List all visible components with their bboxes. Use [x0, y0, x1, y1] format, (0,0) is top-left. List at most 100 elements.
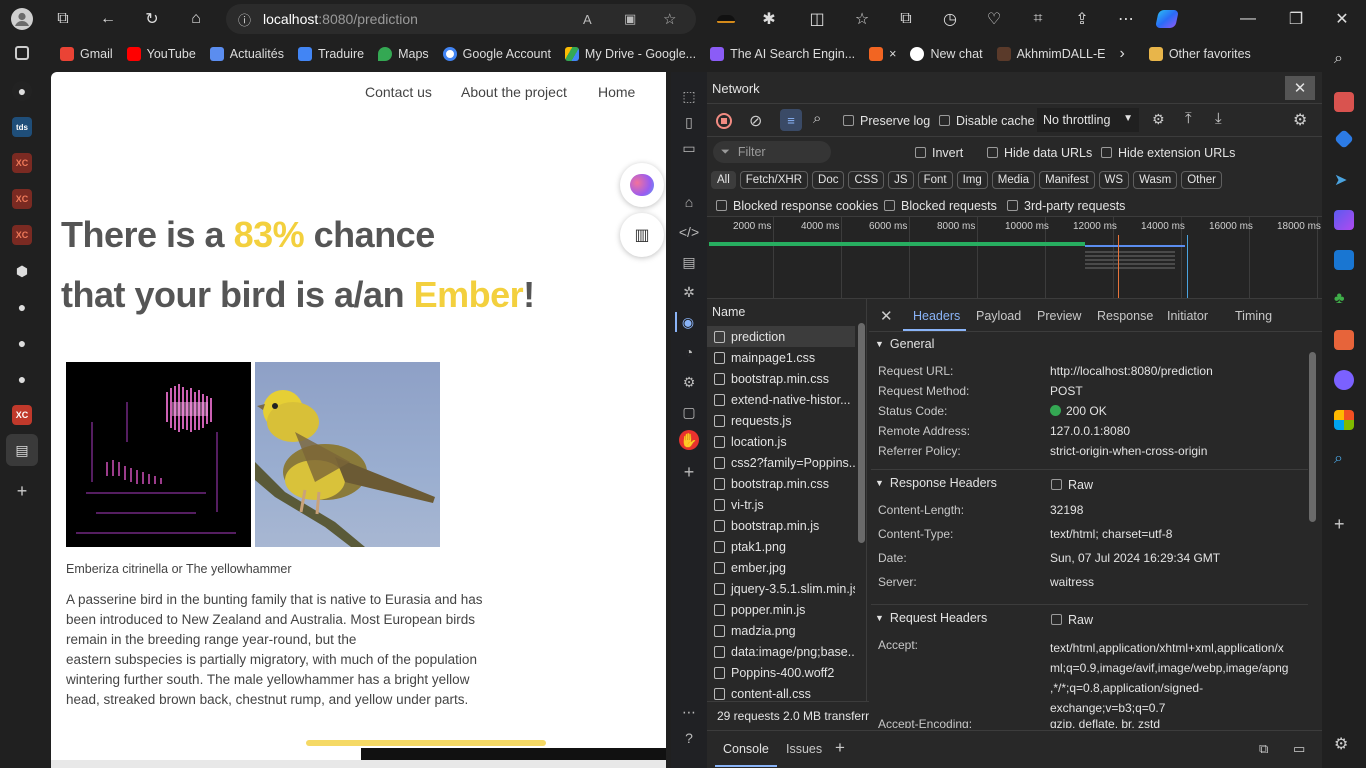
- response-headers-toggle[interactable]: ▼ Response Headers: [875, 476, 997, 490]
- refresh-icon[interactable]: ↻: [140, 7, 164, 31]
- type-filter-all[interactable]: All: [711, 171, 736, 189]
- favorite-star-icon[interactable]: ☆: [663, 10, 676, 28]
- tab-xc-icon[interactable]: XC: [12, 405, 32, 425]
- restore-icon[interactable]: ❐: [1284, 7, 1308, 31]
- request-row[interactable]: ptak1.png: [707, 536, 855, 557]
- other-favorites-folder[interactable]: Other favorites: [1148, 47, 1251, 61]
- settings-gear-icon[interactable]: ⚙: [1293, 110, 1307, 130]
- request-row[interactable]: prediction: [707, 326, 855, 347]
- tab-github-icon[interactable]: ●: [12, 369, 32, 389]
- devtools-more-icon[interactable]: ⋯: [679, 702, 699, 722]
- type-filter-wasm[interactable]: Wasm: [1133, 171, 1178, 189]
- request-row[interactable]: bootstrap.min.css: [707, 368, 855, 389]
- type-filter-img[interactable]: Img: [956, 171, 988, 189]
- tab-xc-icon[interactable]: XC: [12, 189, 32, 209]
- blocked-cookies-checkbox[interactable]: Blocked response cookies: [716, 199, 878, 213]
- tab-github-icon[interactable]: ●: [12, 297, 32, 317]
- network-conditions-icon[interactable]: ⚙: [1152, 111, 1165, 128]
- request-row[interactable]: ember.jpg: [707, 557, 855, 578]
- import-har-icon[interactable]: ⤒: [1185, 110, 1192, 127]
- request-row[interactable]: requests.js: [707, 410, 855, 431]
- extension-bird-icon[interactable]: [714, 7, 738, 31]
- filter-input[interactable]: ⏷ Filter: [713, 141, 831, 163]
- site-info-icon[interactable]: ⓘ: [238, 10, 251, 29]
- type-filter-js[interactable]: JS: [888, 171, 914, 189]
- back-icon[interactable]: ←: [96, 7, 120, 31]
- page-horizontal-scrollbar[interactable]: [51, 748, 666, 768]
- hide-extension-urls-checkbox[interactable]: Hide extension URLs: [1101, 146, 1235, 160]
- more-tools-plus-icon[interactable]: +: [679, 462, 699, 482]
- tab-xc-icon[interactable]: XC: [12, 225, 32, 245]
- disable-cache-checkbox[interactable]: Disable cache: [939, 114, 1035, 128]
- web-capture-icon[interactable]: ⌗: [1026, 7, 1050, 31]
- elements-code-icon[interactable]: </>: [679, 222, 699, 242]
- preserve-log-checkbox[interactable]: Preserve log: [843, 114, 930, 128]
- bookmarks-overflow-chevron-icon[interactable]: ›: [1119, 45, 1124, 63]
- bookmark-linkedin-x[interactable]: ×: [869, 47, 896, 61]
- type-filter-fetch-xhr[interactable]: Fetch/XHR: [739, 171, 809, 189]
- close-drawer-icon[interactable]: ▭: [1293, 741, 1305, 757]
- inspect-element-icon[interactable]: ⬚: [679, 86, 699, 106]
- network-overview-timeline[interactable]: 2000 ms 4000 ms 6000 ms 8000 ms 10000 ms 1200…: [707, 217, 1322, 299]
- sidebar-add-icon[interactable]: +: [1334, 514, 1354, 534]
- request-row[interactable]: location.js: [707, 431, 855, 452]
- new-tab-icon[interactable]: +: [12, 481, 32, 501]
- read-aloud-icon[interactable]: A: [583, 12, 592, 27]
- sidebar-search-icon[interactable]: ⌕: [1334, 50, 1354, 70]
- close-devtools-icon[interactable]: ✕: [1285, 76, 1315, 100]
- request-row[interactable]: bootstrap.min.css: [707, 473, 855, 494]
- request-row[interactable]: vi-tr.js: [707, 494, 855, 515]
- bookmark-google-account[interactable]: Google Account: [442, 47, 551, 61]
- sidebar-briefcase-icon[interactable]: [1334, 330, 1354, 350]
- workspaces-icon[interactable]: ⧉: [51, 7, 75, 31]
- console-icon[interactable]: ▤: [679, 252, 699, 272]
- filter-toggle-icon[interactable]: ≡: [780, 109, 802, 131]
- split-screen-icon[interactable]: ◫: [805, 7, 829, 31]
- type-filter-manifest[interactable]: Manifest: [1039, 171, 1095, 189]
- add-drawer-tab-icon[interactable]: +: [835, 738, 845, 758]
- performance-icon[interactable]: ◔: [679, 342, 699, 362]
- request-row[interactable]: popper.min.js: [707, 599, 855, 620]
- type-filter-css[interactable]: CSS: [848, 171, 885, 189]
- request-row[interactable]: data:image/png;base...: [707, 641, 855, 662]
- sources-bug-icon[interactable]: ✲: [679, 282, 699, 302]
- nav-home[interactable]: Home: [598, 84, 635, 100]
- collections-icon[interactable]: ⧉: [894, 7, 918, 31]
- type-filter-doc[interactable]: Doc: [812, 171, 845, 189]
- response-raw-checkbox[interactable]: Raw: [1051, 478, 1093, 492]
- request-raw-checkbox[interactable]: Raw: [1051, 613, 1093, 627]
- invert-checkbox[interactable]: Invert: [915, 146, 963, 160]
- hide-data-urls-checkbox[interactable]: Hide data URLs: [987, 146, 1092, 160]
- tab-github-icon[interactable]: ●: [12, 333, 32, 353]
- welcome-home-icon[interactable]: ⌂: [679, 192, 699, 212]
- sidebar-bing-search-icon[interactable]: ⌕: [1334, 450, 1354, 470]
- request-headers-toggle[interactable]: ▼ Request Headers: [875, 611, 987, 625]
- sidebar-copilot-icon[interactable]: [1334, 210, 1354, 230]
- tab-headers[interactable]: Headers: [913, 309, 960, 323]
- ai-assistant-button[interactable]: [620, 163, 664, 207]
- sidebar-tools-icon[interactable]: [1334, 92, 1354, 112]
- bookmark-actualites[interactable]: Actualités: [209, 47, 284, 61]
- tab-preview[interactable]: Preview: [1037, 309, 1081, 323]
- share-icon[interactable]: ⇪: [1070, 7, 1094, 31]
- favorites-icon[interactable]: ☆: [850, 7, 874, 31]
- tab-response[interactable]: Response: [1097, 309, 1153, 323]
- tab-github-icon[interactable]: ●: [12, 81, 32, 101]
- tab-actions-icon[interactable]: [15, 46, 29, 60]
- dock-icon[interactable]: ▭: [679, 138, 699, 158]
- tab-payload[interactable]: Payload: [976, 309, 1021, 323]
- drawer-tab-console[interactable]: Console: [723, 742, 769, 756]
- sidebar-office-icon[interactable]: [1334, 410, 1354, 430]
- search-icon[interactable]: ⌕: [813, 110, 821, 127]
- history-icon[interactable]: ◷: [938, 7, 962, 31]
- bookmark-ai-search[interactable]: The AI Search Engin...: [710, 47, 855, 61]
- request-row[interactable]: madzia.png: [707, 620, 855, 641]
- tab-timing[interactable]: Timing: [1235, 309, 1272, 323]
- sidebar-tree-icon[interactable]: ♣: [1334, 290, 1354, 310]
- tab-initiator[interactable]: Initiator: [1167, 309, 1208, 323]
- request-row[interactable]: css2?family=Poppins...: [707, 452, 855, 473]
- bookmark-youtube[interactable]: YouTube: [126, 47, 196, 61]
- extensions-icon[interactable]: ✱: [757, 7, 781, 31]
- application-icon[interactable]: ▢: [679, 402, 699, 422]
- sidebar-telegram-icon[interactable]: ➤: [1334, 170, 1354, 190]
